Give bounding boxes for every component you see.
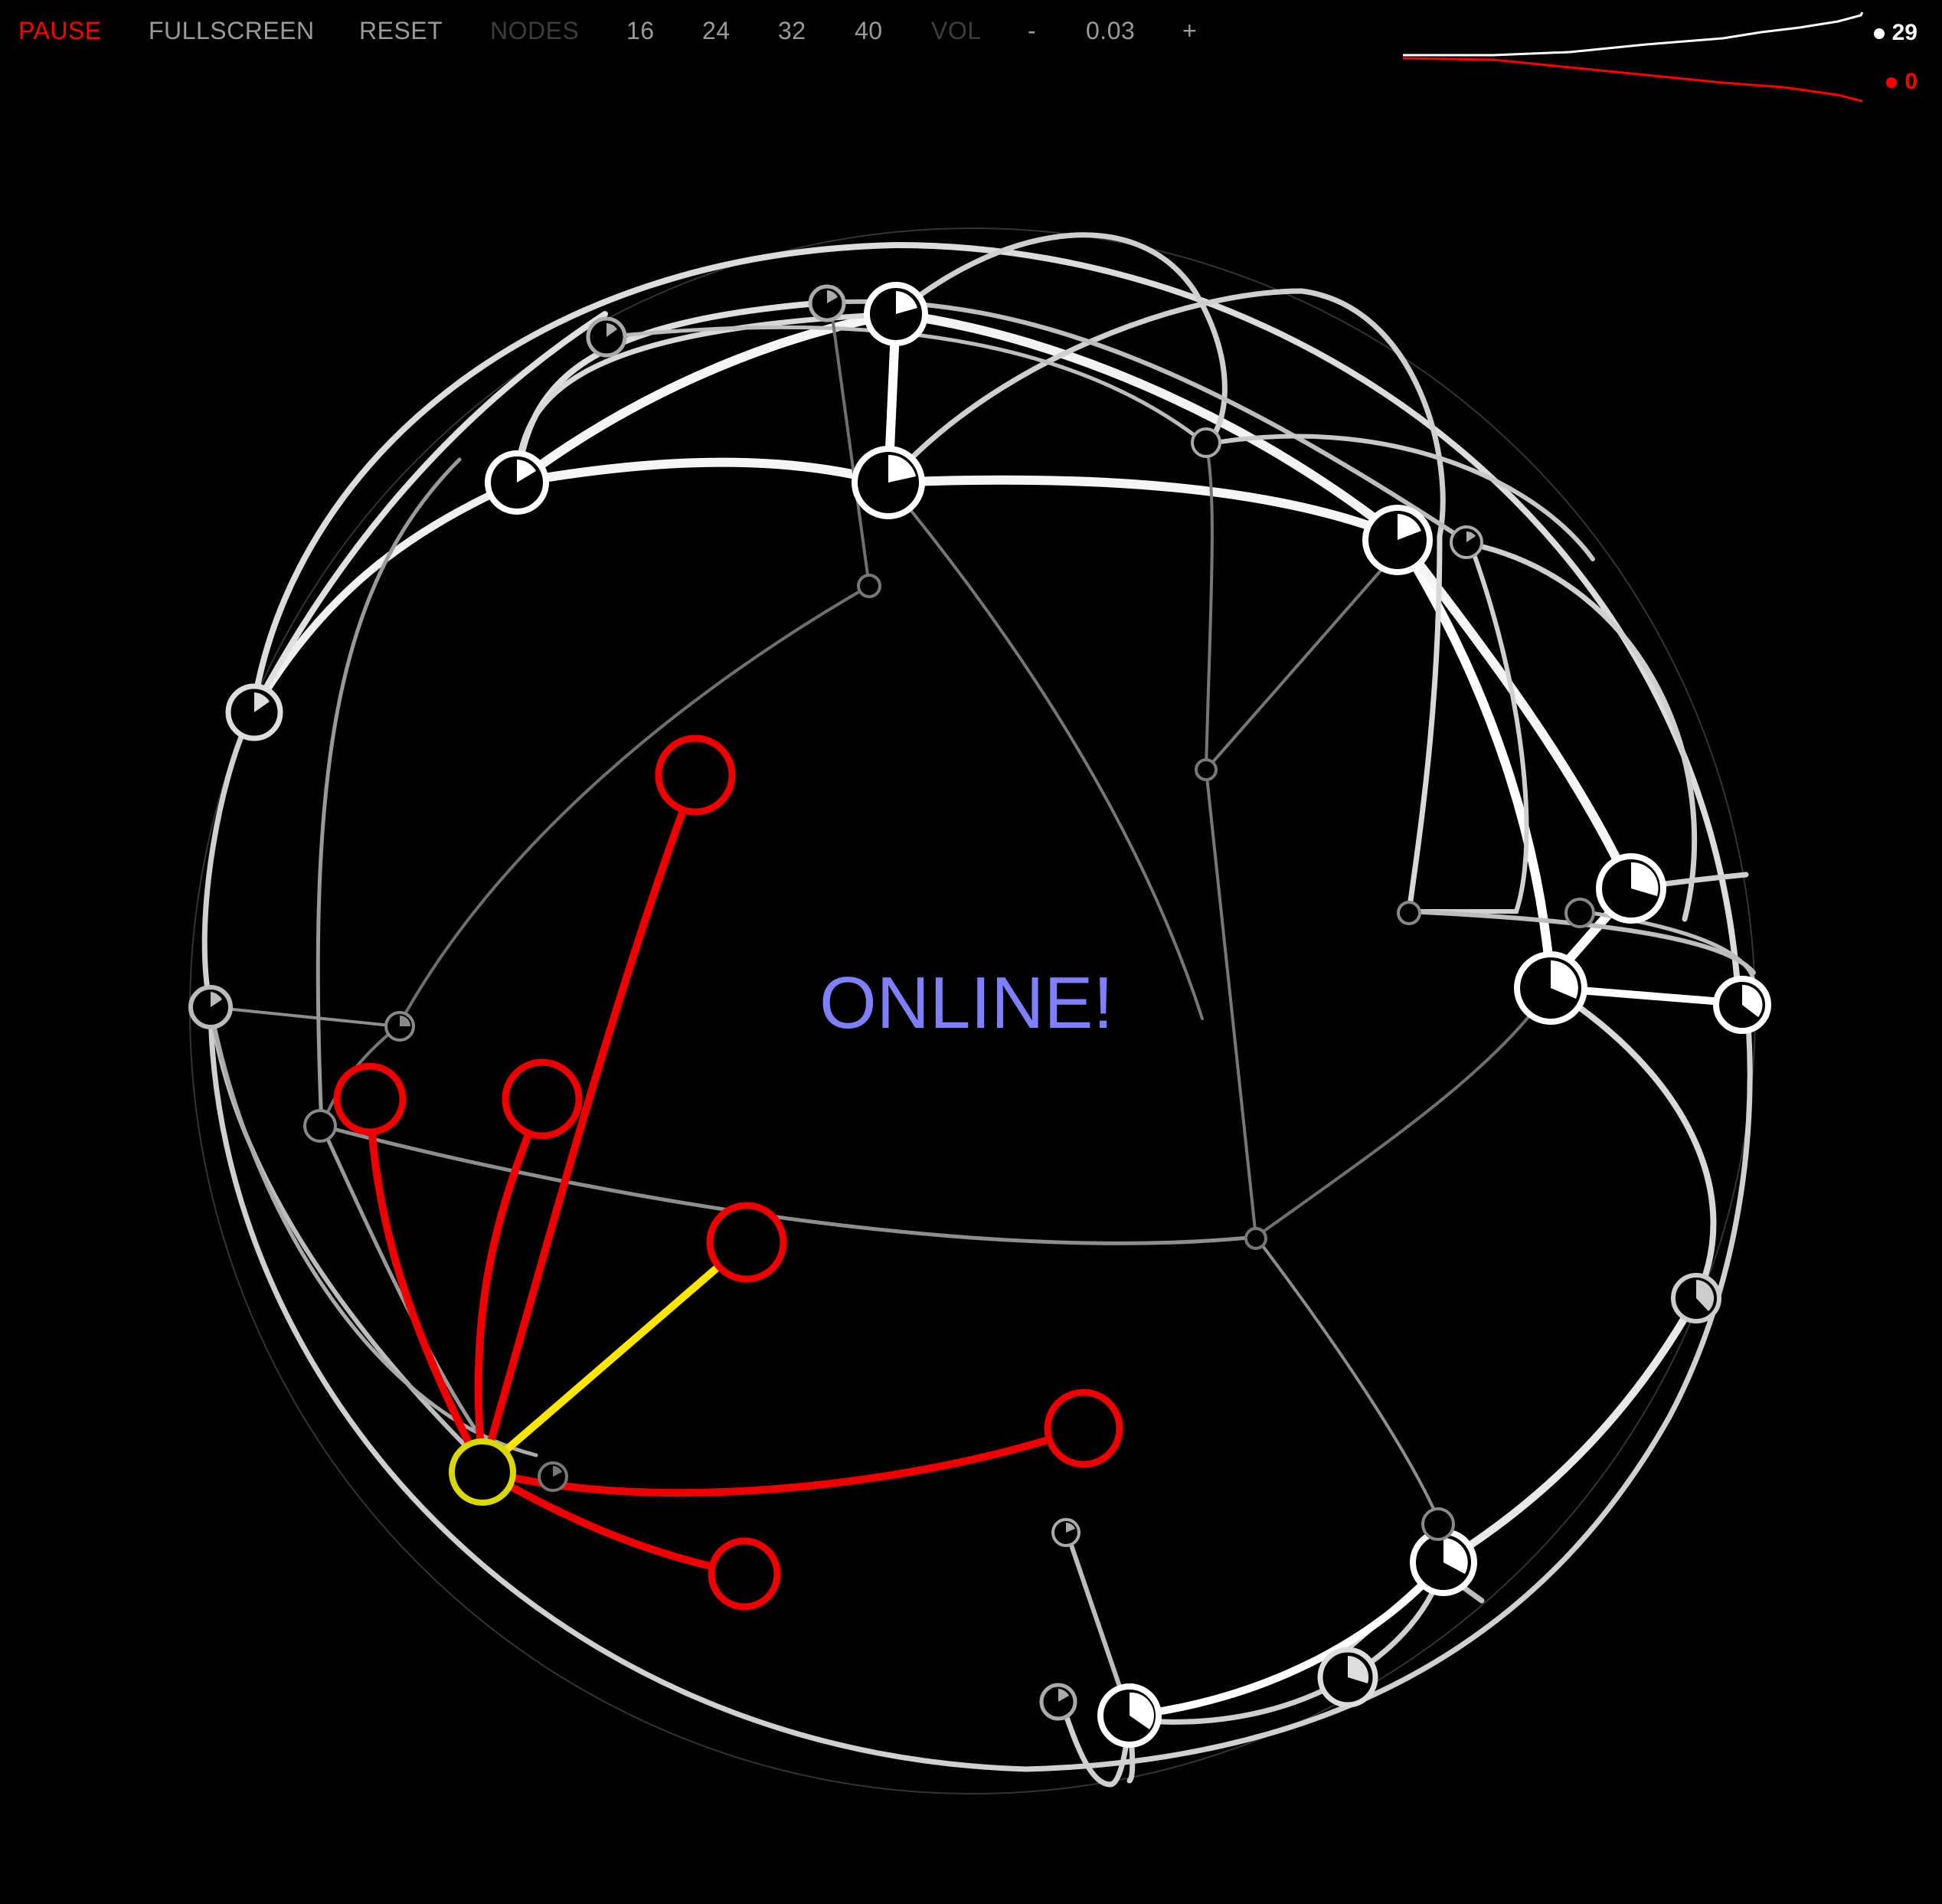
status-message: ONLINE! bbox=[819, 962, 1114, 1044]
nodes-40-button[interactable]: 40 bbox=[855, 17, 883, 45]
network-node bbox=[1596, 853, 1666, 924]
offline-node bbox=[706, 1202, 787, 1283]
offline-node bbox=[655, 734, 736, 816]
network-node bbox=[864, 282, 928, 346]
network-node-small bbox=[1244, 1227, 1267, 1250]
fullscreen-button[interactable]: FULLSCREEN bbox=[149, 17, 315, 45]
network-node-small bbox=[1450, 525, 1483, 559]
network-node-small bbox=[1397, 901, 1421, 925]
network-node-small bbox=[1564, 898, 1595, 928]
network-node bbox=[1713, 976, 1771, 1034]
network-node-small bbox=[188, 985, 233, 1029]
nodes-label: NODES bbox=[490, 17, 580, 44]
network-node-small bbox=[586, 316, 627, 358]
network-node bbox=[852, 446, 925, 519]
network-node-small bbox=[1191, 427, 1221, 458]
reset-button[interactable]: RESET bbox=[359, 17, 443, 45]
network-node-small bbox=[1051, 1518, 1081, 1547]
stats-panel: 29 0 bbox=[1391, 0, 1942, 115]
network-node bbox=[1671, 1273, 1721, 1323]
volume-decrease-button[interactable]: - bbox=[1028, 17, 1036, 45]
offline-count: 0 bbox=[1886, 69, 1917, 95]
volume-value: 0.03 bbox=[1086, 17, 1136, 44]
offline-node bbox=[333, 1062, 407, 1136]
volume-label: VOL bbox=[931, 17, 982, 44]
network-node bbox=[225, 683, 283, 741]
network-node-small bbox=[1039, 1683, 1077, 1721]
offline-node bbox=[502, 1058, 583, 1140]
volume-increase-button[interactable]: + bbox=[1182, 17, 1197, 45]
online-dot-icon bbox=[1873, 28, 1885, 40]
selected-node[interactable] bbox=[449, 1438, 516, 1506]
pause-button[interactable]: PAUSE bbox=[18, 17, 102, 45]
network-node-small bbox=[808, 284, 846, 322]
nodes-24-button[interactable]: 24 bbox=[702, 17, 731, 45]
network-node bbox=[1317, 1647, 1378, 1708]
nodes-16-button[interactable]: 16 bbox=[626, 17, 655, 45]
network-node-small bbox=[384, 1011, 415, 1042]
network-node-small bbox=[1195, 758, 1218, 781]
network-sphere-canvas[interactable] bbox=[0, 0, 1942, 1904]
network-node-small bbox=[1421, 1507, 1455, 1541]
offline-node bbox=[1044, 1389, 1123, 1468]
online-count: 29 bbox=[1873, 20, 1917, 46]
network-node-small bbox=[857, 574, 881, 598]
offline-dot-icon bbox=[1886, 77, 1898, 89]
network-node-small bbox=[303, 1109, 337, 1143]
network-node bbox=[1097, 1683, 1162, 1748]
network-node bbox=[1362, 505, 1433, 575]
network-node-small bbox=[538, 1461, 568, 1492]
network-node bbox=[1514, 951, 1587, 1025]
network-node bbox=[1410, 1529, 1477, 1596]
nodes-32-button[interactable]: 32 bbox=[778, 17, 806, 45]
toolbar: PAUSE FULLSCREEN RESET NODES 16 24 32 40… bbox=[0, 0, 1363, 64]
offline-node bbox=[708, 1537, 781, 1611]
network-node bbox=[485, 450, 549, 515]
